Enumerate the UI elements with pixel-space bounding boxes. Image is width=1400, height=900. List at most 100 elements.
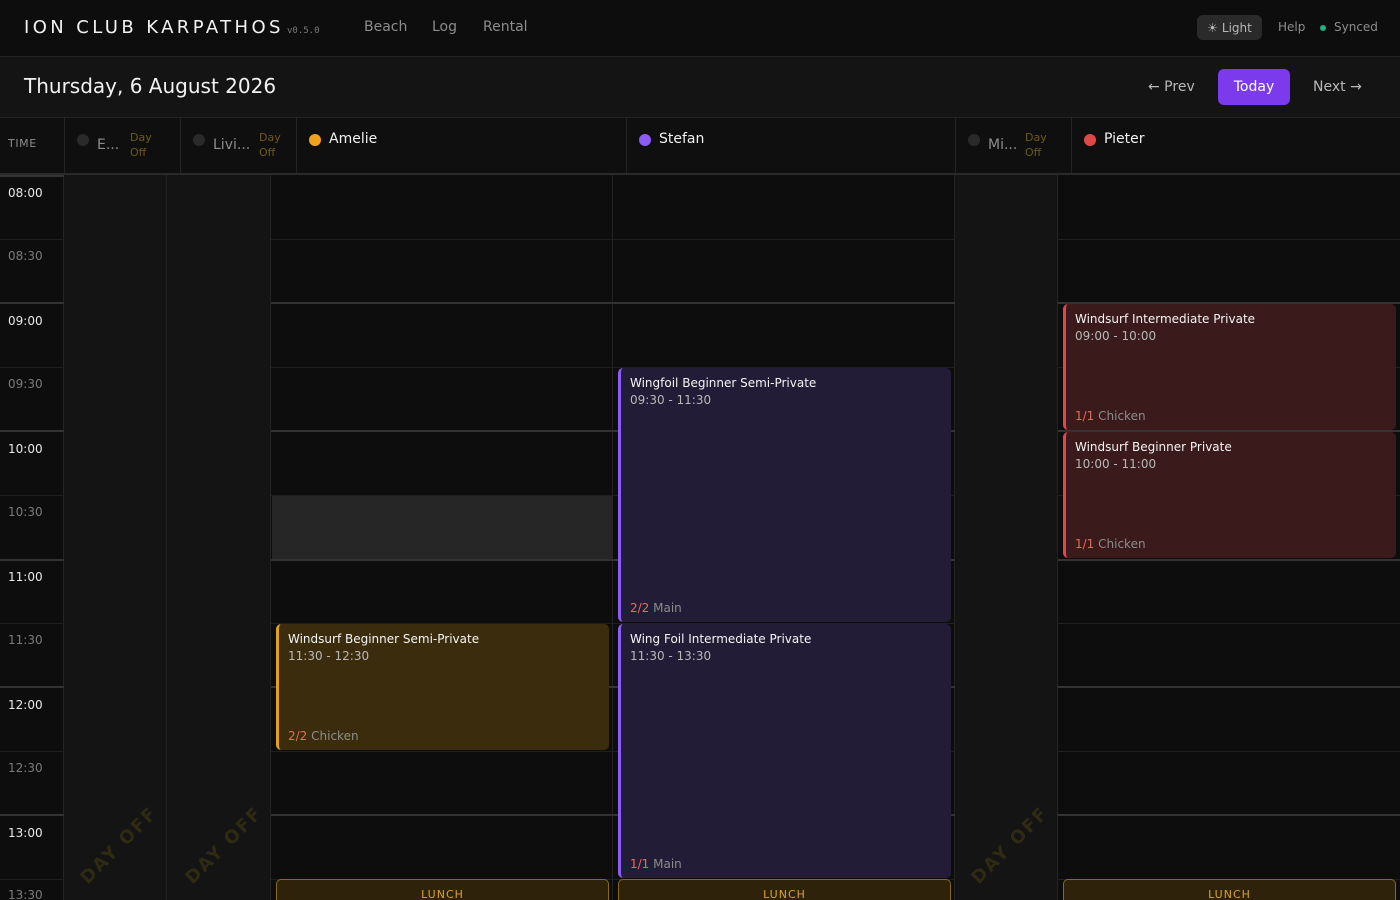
day-off-column-1: DAY OFF bbox=[64, 175, 167, 900]
help-link[interactable]: Help bbox=[1278, 20, 1305, 34]
time-slot-label: 09:30 bbox=[8, 377, 43, 391]
day-off-watermark: DAY OFF bbox=[967, 802, 1054, 889]
lesson-footer: 1/1 Chicken bbox=[1075, 409, 1146, 423]
instructor-color-dot bbox=[309, 134, 321, 146]
top-nav-bar: ION CLUB KARPATHOS v0.5.0 Beach Log Rent… bbox=[0, 0, 1400, 57]
lesson-time: 09:00 - 10:00 bbox=[1075, 329, 1157, 343]
lesson-footer: 1/1 Chicken bbox=[1075, 537, 1146, 551]
day-off-tag-top: Day bbox=[1025, 131, 1047, 144]
day-off-watermark: DAY OFF bbox=[76, 802, 163, 889]
prev-day-button[interactable]: ← Prev bbox=[1148, 79, 1195, 95]
day-off-tag-top: Day bbox=[259, 131, 281, 144]
sync-status: Synced bbox=[1334, 20, 1378, 34]
lesson-time: 11:30 - 13:30 bbox=[630, 649, 712, 663]
lesson-card[interactable]: Windsurf Intermediate Private 09:00 - 10… bbox=[1063, 304, 1396, 430]
day-off-tag: Day Off bbox=[130, 130, 152, 160]
nav-rental[interactable]: Rental bbox=[483, 19, 528, 35]
column-header-instructor-2[interactable]: Livi... Day Off bbox=[181, 118, 297, 173]
instructor-name: E... bbox=[97, 137, 120, 153]
instructor-name: Amelie bbox=[329, 131, 378, 147]
column-header-amelie[interactable]: Amelie bbox=[297, 118, 627, 173]
blocked-slot bbox=[272, 495, 613, 561]
time-slot-label: 10:00 bbox=[8, 442, 43, 456]
theme-toggle-button[interactable]: ☀ Light bbox=[1197, 15, 1262, 40]
lesson-capacity: 1/1 bbox=[1075, 409, 1095, 423]
next-day-button[interactable]: Next → bbox=[1313, 79, 1362, 95]
schedule-grid: DAY OFF DAY OFF DAY OFF 08:00 08:30 09:0… bbox=[0, 175, 1400, 900]
lesson-capacity: 2/2 bbox=[288, 729, 308, 743]
time-column-header: TIME bbox=[0, 118, 65, 173]
day-off-tag-bottom: Off bbox=[259, 146, 276, 159]
day-off-watermark: DAY OFF bbox=[181, 802, 268, 889]
lesson-footer: 2/2 Chicken bbox=[288, 729, 359, 743]
instructor-color-dot bbox=[77, 134, 89, 146]
time-slot-label: 11:30 bbox=[8, 633, 43, 647]
lesson-location: Chicken bbox=[311, 729, 359, 743]
lesson-title: Windsurf Beginner Semi-Private bbox=[288, 632, 480, 646]
column-header-row: TIME E... Day Off Livi... Day Off Amelie… bbox=[0, 118, 1400, 175]
column-header-instructor-5[interactable]: Mi... Day Off bbox=[956, 118, 1072, 173]
time-slot-label: 13:00 bbox=[8, 826, 43, 840]
lesson-card[interactable]: Wingfoil Beginner Semi-Private 09:30 - 1… bbox=[618, 368, 951, 622]
instructor-color-dot bbox=[193, 134, 205, 146]
instructor-color-dot bbox=[639, 134, 651, 146]
column-header-stefan[interactable]: Stefan bbox=[627, 118, 956, 173]
instructor-name: Pieter bbox=[1104, 131, 1145, 147]
lesson-location: Chicken bbox=[1098, 537, 1146, 551]
lunch-block[interactable]: LUNCH bbox=[618, 879, 951, 900]
day-off-tag-top: Day bbox=[130, 131, 152, 144]
date-navigation-bar: Thursday, 6 August 2026 ← Prev Today Nex… bbox=[0, 57, 1400, 118]
nav-log[interactable]: Log bbox=[432, 19, 457, 35]
instructor-color-dot bbox=[1084, 134, 1096, 146]
time-header-label: TIME bbox=[8, 137, 37, 150]
time-slot-label: 11:00 bbox=[8, 570, 43, 584]
instructor-name: Livi... bbox=[213, 137, 251, 153]
time-slot-label: 12:00 bbox=[8, 698, 43, 712]
theme-toggle-label: Light bbox=[1221, 20, 1252, 35]
sync-status-dot bbox=[1320, 25, 1326, 31]
lesson-title: Wing Foil Intermediate Private bbox=[630, 632, 812, 646]
lesson-card[interactable]: Windsurf Beginner Semi-Private 11:30 - 1… bbox=[276, 624, 609, 750]
lesson-time: 09:30 - 11:30 bbox=[630, 393, 712, 407]
nav-beach[interactable]: Beach bbox=[364, 19, 407, 35]
current-date: Thursday, 6 August 2026 bbox=[24, 74, 277, 98]
lesson-capacity: 1/1 bbox=[1075, 537, 1095, 551]
day-off-column-2: DAY OFF bbox=[167, 175, 271, 900]
version-label: v0.5.0 bbox=[287, 26, 320, 36]
lunch-block[interactable]: LUNCH bbox=[1063, 879, 1396, 900]
lesson-footer: 2/2 Main bbox=[630, 601, 682, 615]
instructor-name: Mi... bbox=[988, 137, 1018, 153]
instructor-name: Stefan bbox=[659, 131, 705, 147]
day-off-tag-bottom: Off bbox=[1025, 146, 1042, 159]
day-off-tag: Day Off bbox=[259, 130, 281, 160]
time-slot-label: 13:30 bbox=[8, 888, 43, 900]
lesson-title: Wingfoil Beginner Semi-Private bbox=[630, 376, 817, 390]
brand-logo[interactable]: ION CLUB KARPATHOS bbox=[24, 17, 284, 38]
lesson-card[interactable]: Windsurf Beginner Private 10:00 - 11:00 … bbox=[1063, 432, 1396, 558]
day-off-tag-bottom: Off bbox=[130, 146, 147, 159]
time-slot-label: 10:30 bbox=[8, 505, 43, 519]
sun-icon: ☀ bbox=[1207, 20, 1218, 35]
lunch-block[interactable]: LUNCH bbox=[276, 879, 609, 900]
lesson-title: Windsurf Intermediate Private bbox=[1075, 312, 1256, 326]
lesson-location: Main bbox=[653, 857, 682, 871]
lesson-card[interactable]: Wing Foil Intermediate Private 11:30 - 1… bbox=[618, 624, 951, 878]
day-off-column-3: DAY OFF bbox=[955, 175, 1058, 900]
lesson-location: Chicken bbox=[1098, 409, 1146, 423]
instructor-color-dot bbox=[968, 134, 980, 146]
lesson-capacity: 2/2 bbox=[630, 601, 650, 615]
lesson-capacity: 1/1 bbox=[630, 857, 650, 871]
time-slot-label: 08:00 bbox=[8, 186, 43, 200]
time-slot-label: 09:00 bbox=[8, 314, 43, 328]
lesson-title: Windsurf Beginner Private bbox=[1075, 440, 1232, 454]
lesson-footer: 1/1 Main bbox=[630, 857, 682, 871]
lesson-time: 11:30 - 12:30 bbox=[288, 649, 370, 663]
column-header-pieter[interactable]: Pieter bbox=[1072, 118, 1400, 173]
time-column: 08:00 08:30 09:00 09:30 10:00 10:30 11:0… bbox=[0, 175, 64, 900]
day-off-tag: Day Off bbox=[1025, 130, 1047, 160]
column-header-instructor-1[interactable]: E... Day Off bbox=[65, 118, 181, 173]
lesson-time: 10:00 - 11:00 bbox=[1075, 457, 1157, 471]
time-slot-label: 08:30 bbox=[8, 249, 43, 263]
lesson-location: Main bbox=[653, 601, 682, 615]
today-button[interactable]: Today bbox=[1218, 69, 1290, 105]
